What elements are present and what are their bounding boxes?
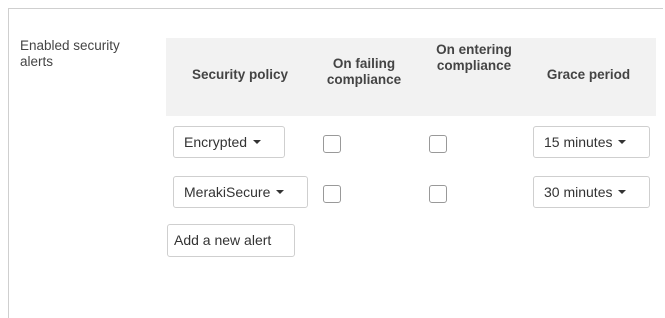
caret-down-icon [253,140,262,145]
row-1-security-policy-dropdown[interactable]: Encrypted [173,126,285,158]
row-1-on-failing-checkbox[interactable] [323,135,341,153]
header-on-failing-compliance: On failing compliance [326,56,402,87]
caret-down-icon [618,190,627,195]
caret-down-icon [276,190,285,195]
row-1-on-entering-checkbox[interactable] [429,135,447,153]
header-security-policy: Security policy [191,67,289,82]
enabled-security-alerts-label: Enabled security alerts [20,38,120,69]
row-1-grace-period-dropdown[interactable]: 15 minutes [533,126,650,158]
row-1-security-policy-value: Encrypted [184,134,248,150]
row-2-security-policy-dropdown[interactable]: MerakiSecure [173,176,308,208]
row-2-on-entering-checkbox[interactable] [429,185,447,203]
header-grace-period: Grace period [546,67,631,82]
row-2-on-failing-checkbox[interactable] [323,185,341,203]
row-1-grace-period-value: 15 minutes [544,134,613,150]
alerts-table-header: Security policy On failing compliance On… [166,38,656,116]
header-on-entering-compliance: On entering compliance [436,42,512,73]
row-2-grace-period-dropdown[interactable]: 30 minutes [533,176,650,208]
add-new-alert-button[interactable]: Add a new alert [167,224,295,257]
row-2-grace-period-value: 30 minutes [544,184,613,200]
row-2-security-policy-value: MerakiSecure [184,184,271,200]
caret-down-icon [618,140,627,145]
